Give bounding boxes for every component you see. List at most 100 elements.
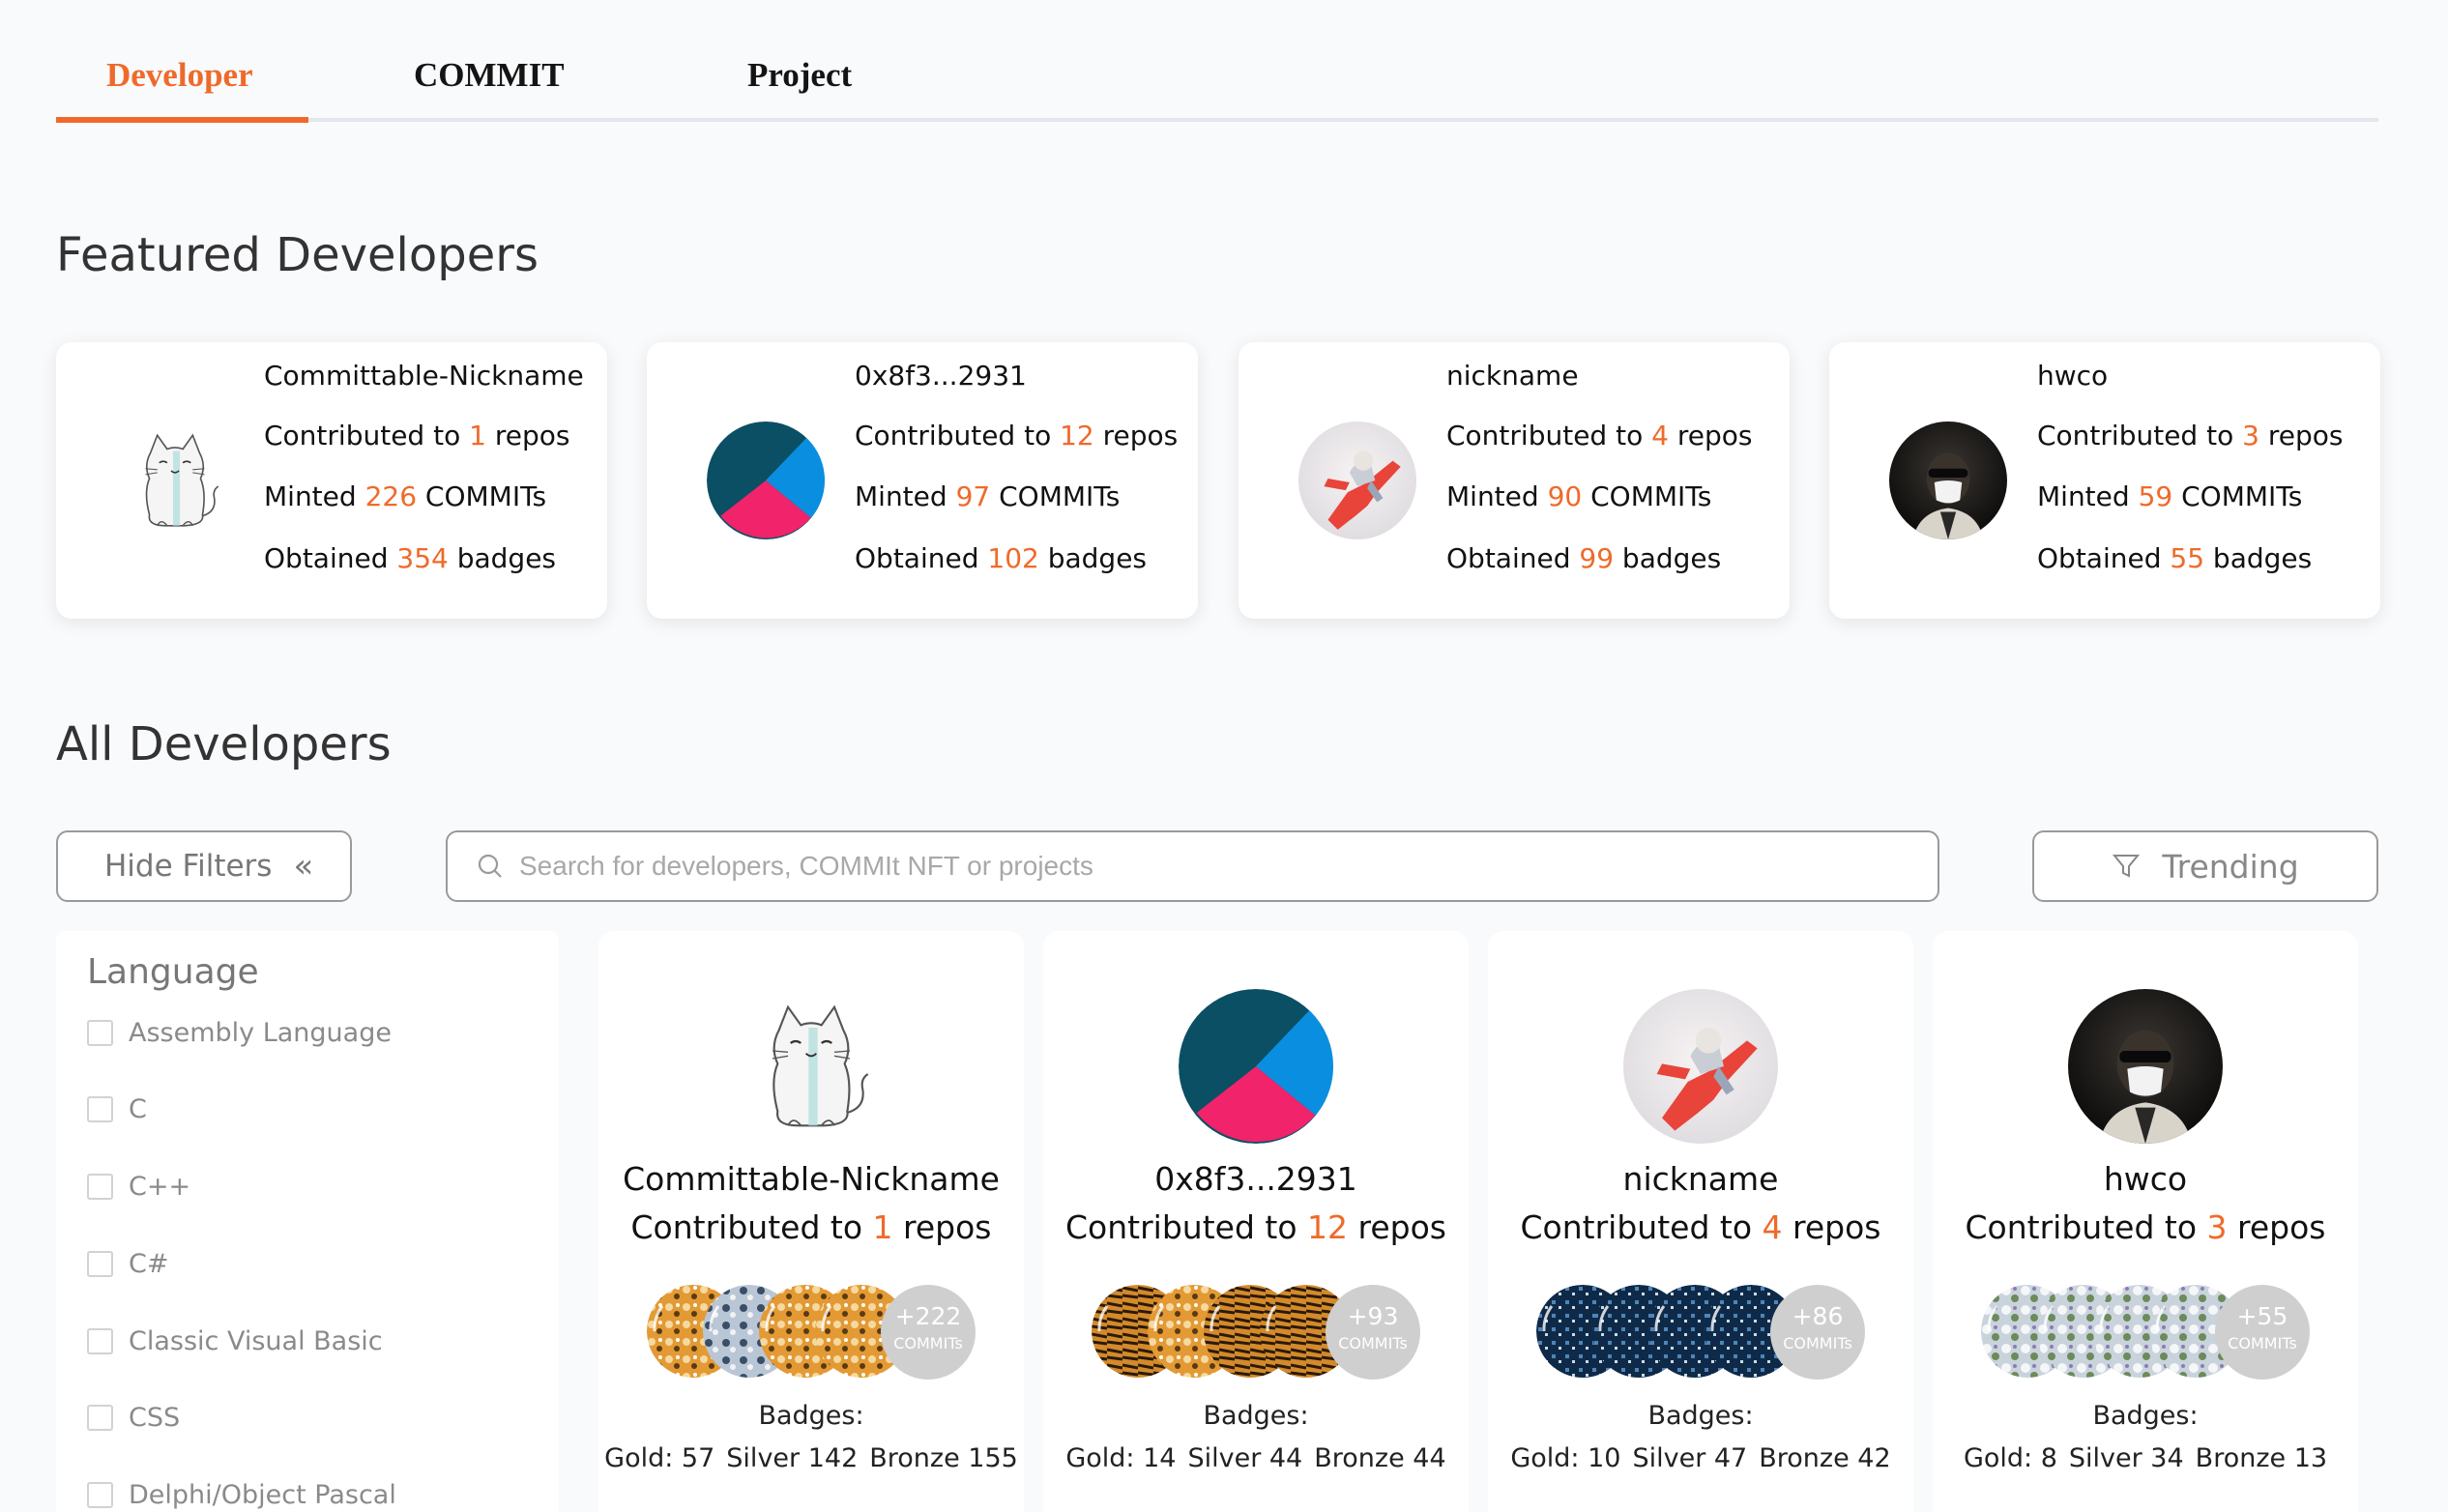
silver-count: Silver 44 [1187, 1443, 1303, 1473]
developer-card[interactable]: 0x8f3...2931 Contributed to 12 repos +93… [1043, 931, 1469, 1512]
badge-counts: Gold: 10 Silver 47 Bronze 42 [1488, 1443, 1913, 1473]
developer-avatar [734, 989, 889, 1144]
language-filter-option[interactable]: Delphi/Object Pascal [87, 1475, 396, 1512]
tab-commit[interactable]: COMMIT [414, 56, 565, 95]
badges-count: 99 [1579, 542, 1615, 574]
commits-count: 97 [955, 480, 991, 512]
language-label: Delphi/Object Pascal [129, 1479, 396, 1510]
language-filter-option[interactable]: Classic Visual Basic [87, 1322, 383, 1360]
featured-developer-card[interactable]: hwco Contributed to 3 repos Minted 59 CO… [1829, 342, 2380, 619]
sort-trending-button[interactable]: Trending [2032, 830, 2378, 902]
checkbox[interactable] [87, 1250, 113, 1277]
contributed-repos-text: Contributed to 12 repos [855, 420, 1179, 451]
developer-card[interactable]: nickname Contributed to 4 repos +86 COMMI… [1488, 931, 1913, 1512]
repos-count: 1 [872, 1208, 893, 1246]
developer-name: hwco [2037, 360, 2109, 392]
gold-count: Gold: 10 [1510, 1443, 1621, 1473]
search-input[interactable] [519, 851, 1873, 882]
minted-commits-text: Minted 59 COMMITs [2037, 480, 2303, 512]
language-label: Classic Visual Basic [129, 1325, 383, 1356]
contributed-repos-text: Contributed to 4 repos [1446, 420, 1753, 451]
filter-funnel-icon [2113, 855, 2141, 878]
language-label: C++ [129, 1171, 191, 1202]
checkbox[interactable] [87, 1173, 113, 1200]
silver-count: Silver 142 [726, 1443, 859, 1473]
repos-count: 1 [469, 420, 486, 451]
minted-commits-text: Minted 97 COMMITs [855, 480, 1121, 512]
obtained-badges-text: Obtained 99 badges [1446, 542, 1722, 574]
commits-count: 226 [364, 480, 418, 512]
badge-counts: Gold: 14 Silver 44 Bronze 44 [1043, 1443, 1469, 1473]
commit-nft-stack: +55 COMMITs [1981, 1285, 2310, 1380]
developer-name: 0x8f3...2931 [855, 360, 1027, 392]
commit-nft-stack: +222 COMMITs [647, 1285, 976, 1380]
language-filter-option[interactable]: C [87, 1090, 147, 1128]
language-filter-option[interactable]: CSS [87, 1398, 180, 1437]
developer-name: nickname [1446, 360, 1579, 392]
more-commits-badge[interactable]: +86 COMMITs [1770, 1285, 1865, 1380]
more-commits-badge[interactable]: +93 COMMITs [1326, 1285, 1420, 1380]
tab-project[interactable]: Project [747, 56, 852, 95]
contributed-repos-text: Contributed to 1 repos [630, 1208, 992, 1246]
language-label: C [129, 1093, 147, 1124]
badge-counts: Gold: 57 Silver 142 Bronze 155 [598, 1443, 1024, 1473]
repos-count: 12 [1060, 420, 1094, 451]
developer-avatar [116, 422, 234, 539]
badges-label: Badges: [2092, 1401, 2199, 1431]
more-count: +55 [2236, 1302, 2288, 1330]
commits-unit: COMMITs [1338, 1334, 1408, 1352]
repos-count: 4 [1762, 1208, 1783, 1246]
search-bar[interactable] [446, 830, 1939, 902]
obtained-badges-text: Obtained 102 badges [855, 542, 1148, 574]
gold-count: Gold: 8 [1963, 1443, 2057, 1473]
hide-filters-label: Hide Filters [104, 849, 273, 884]
language-label: CSS [129, 1402, 181, 1433]
commits-unit: COMMITs [1783, 1334, 1852, 1352]
silver-count: Silver 34 [2068, 1443, 2184, 1473]
contributed-repos-text: Contributed to 4 repos [1520, 1208, 1881, 1246]
checkbox[interactable] [87, 1095, 113, 1122]
more-commits-badge[interactable]: +222 COMMITs [881, 1285, 976, 1380]
featured-developer-card[interactable]: nickname Contributed to 4 repos Minted 9… [1239, 342, 1790, 619]
language-filter-option[interactable]: Assembly Language [87, 1013, 392, 1052]
featured-developer-card[interactable]: Committable-Nickname Contributed to 1 re… [56, 342, 607, 619]
language-label: Assembly Language [129, 1017, 392, 1048]
language-filter-option[interactable]: C# [87, 1244, 168, 1283]
search-icon [478, 854, 502, 878]
language-filter-option[interactable]: C++ [87, 1167, 190, 1206]
developer-name: Committable-Nickname [623, 1160, 1000, 1198]
minted-commits-text: Minted 226 COMMITs [264, 480, 547, 512]
badges-label: Badges: [1647, 1401, 1754, 1431]
developer-avatar [2068, 989, 2223, 1144]
bronze-count: Bronze 44 [1314, 1443, 1446, 1473]
checkbox[interactable] [87, 1404, 113, 1431]
commit-nft-stack: +93 COMMITs [1092, 1285, 1420, 1380]
checkbox[interactable] [87, 1481, 113, 1508]
contributed-repos-text: Contributed to 12 repos [1065, 1208, 1446, 1246]
checkbox[interactable] [87, 1019, 113, 1046]
featured-developers-heading: Featured Developers [56, 228, 539, 282]
obtained-badges-text: Obtained 55 badges [2037, 542, 2313, 574]
developer-name: hwco [2103, 1160, 2188, 1198]
developer-name: nickname [1622, 1160, 1779, 1198]
hide-filters-button[interactable]: Hide Filters « [56, 830, 352, 902]
language-filter-title: Language [87, 952, 259, 992]
featured-developer-card[interactable]: 0x8f3...2931 Contributed to 12 repos Min… [647, 342, 1198, 619]
badges-count: 354 [396, 542, 449, 574]
tab-bar: Developer COMMIT Project [56, 39, 2378, 123]
commits-unit: COMMITs [893, 1334, 963, 1352]
language-filter-panel: Language Assembly Language C C++ C# Classic … [56, 931, 559, 1512]
commits-count: 59 [2138, 480, 2173, 512]
tab-developer[interactable]: Developer [106, 56, 253, 95]
all-developers-heading: All Developers [56, 717, 392, 771]
developer-name: 0x8f3...2931 [1154, 1160, 1357, 1198]
repos-count: 3 [2206, 1208, 2228, 1246]
badges-count: 102 [987, 542, 1039, 574]
checkbox[interactable] [87, 1327, 113, 1354]
developer-avatar [1179, 989, 1333, 1144]
bronze-count: Bronze 155 [869, 1443, 1018, 1473]
repos-count: 4 [1651, 420, 1669, 451]
more-commits-badge[interactable]: +55 COMMITs [2215, 1285, 2310, 1380]
developer-card[interactable]: Committable-Nickname Contributed to 1 re… [598, 931, 1024, 1512]
developer-card[interactable]: hwco Contributed to 3 repos +55 COMMITs B… [1933, 931, 2358, 1512]
